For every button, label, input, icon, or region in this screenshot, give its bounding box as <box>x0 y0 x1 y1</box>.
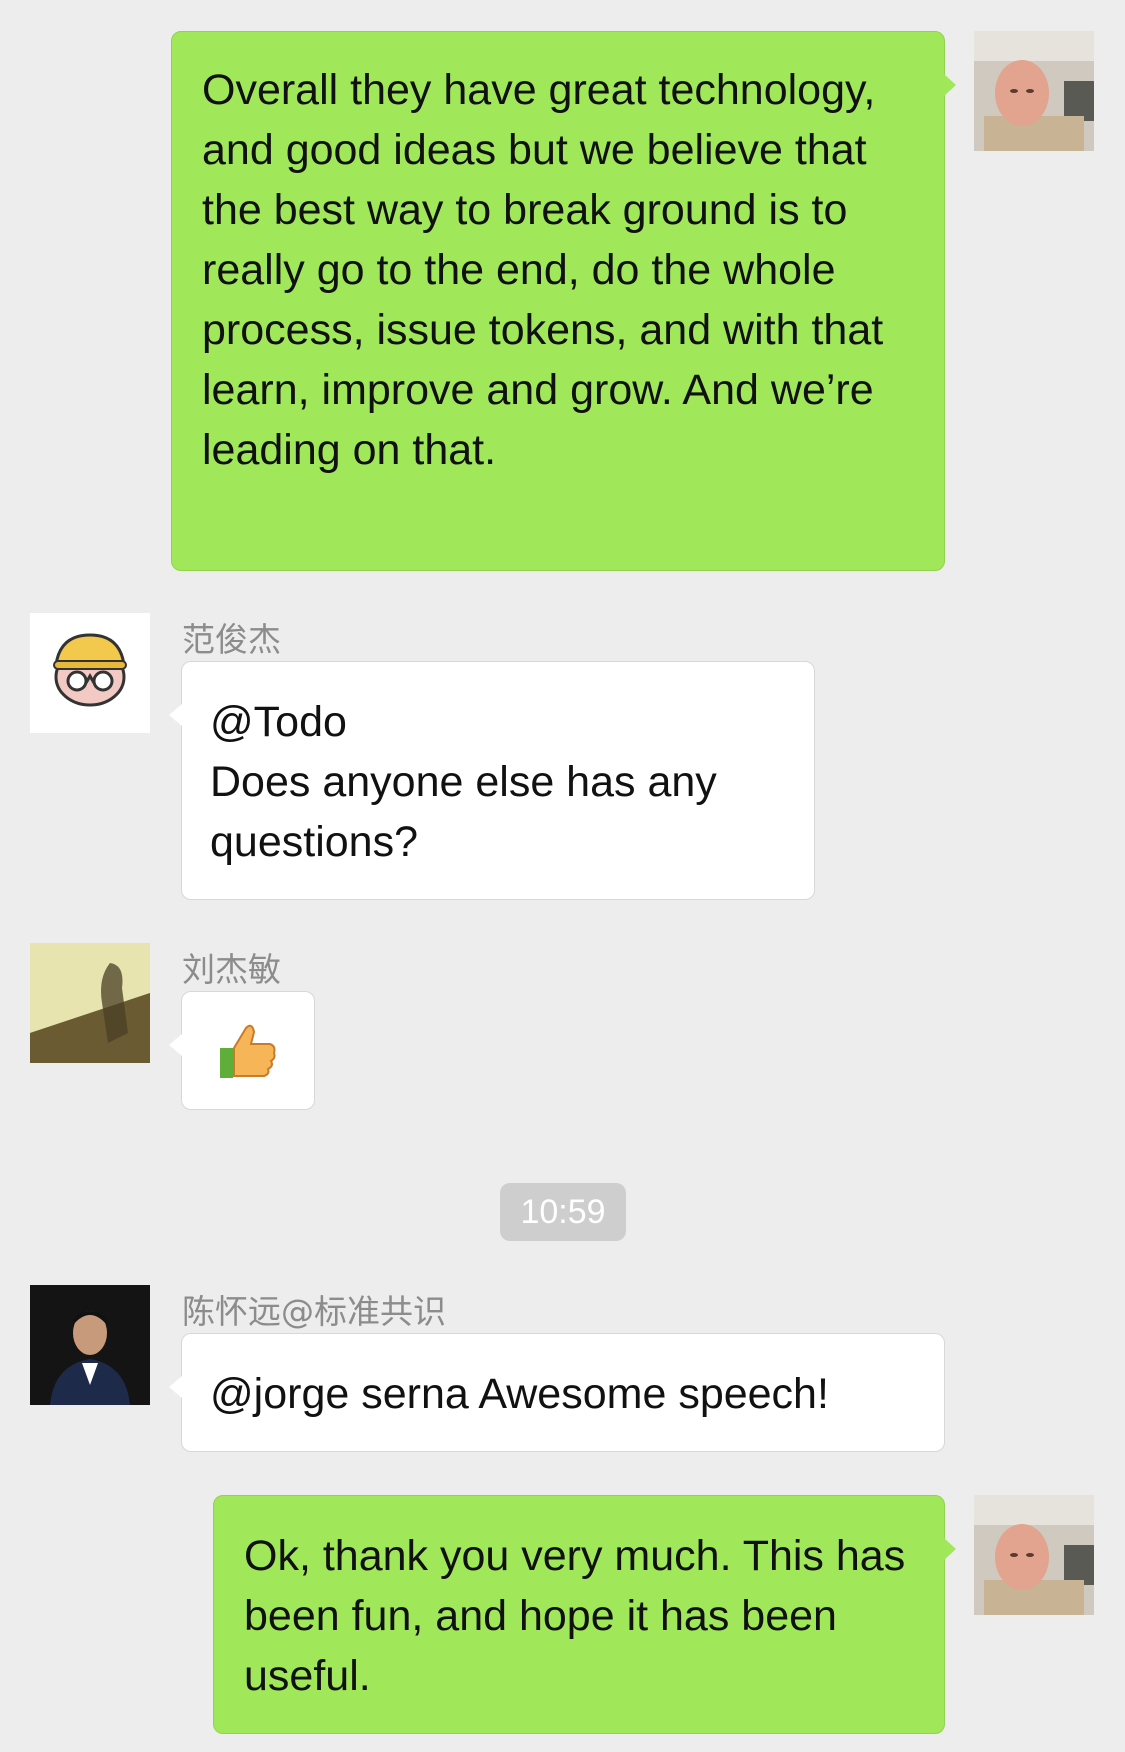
message-text: Does anyone else has any questions? <box>210 758 717 866</box>
shadow-photo-avatar-icon[interactable] <box>30 943 150 1063</box>
message-text: @jorge serna Awesome speech! <box>210 1370 829 1418</box>
suit-portrait-avatar-icon[interactable] <box>30 1285 150 1405</box>
mention-text[interactable]: @Todo <box>210 692 792 752</box>
sender-name: 范俊杰 <box>182 620 281 659</box>
bubble-tail <box>169 704 182 726</box>
message-bubble-outgoing[interactable]: Ok, thank you very much. This has been f… <box>213 1495 956 1734</box>
message-text: Overall they have great technology, and … <box>202 66 884 474</box>
bubble-tail <box>169 1376 182 1398</box>
selfie-avatar-icon[interactable] <box>974 31 1094 151</box>
bubble-tail <box>944 74 956 96</box>
message-bubble-outgoing[interactable]: Overall they have great technology, and … <box>171 31 956 571</box>
message-text: Ok, thank you very much. This has been f… <box>244 1532 906 1700</box>
bubble-tail <box>169 1034 182 1056</box>
bubble-tail <box>944 1538 956 1560</box>
timestamp: 10:59 <box>500 1183 626 1241</box>
message-bubble-incoming[interactable]: @jorge serna Awesome speech! <box>169 1333 945 1452</box>
sender-name: 刘杰敏 <box>182 950 281 989</box>
cartoon-hat-avatar-icon[interactable] <box>30 613 150 733</box>
message-bubble-incoming[interactable] <box>169 991 315 1110</box>
thumbs-up-icon <box>214 1018 280 1084</box>
selfie-avatar-icon[interactable] <box>974 1495 1094 1615</box>
message-bubble-incoming[interactable]: @Todo Does anyone else has any questions… <box>169 661 815 900</box>
sender-name: 陈怀远@标准共识 <box>182 1292 446 1331</box>
